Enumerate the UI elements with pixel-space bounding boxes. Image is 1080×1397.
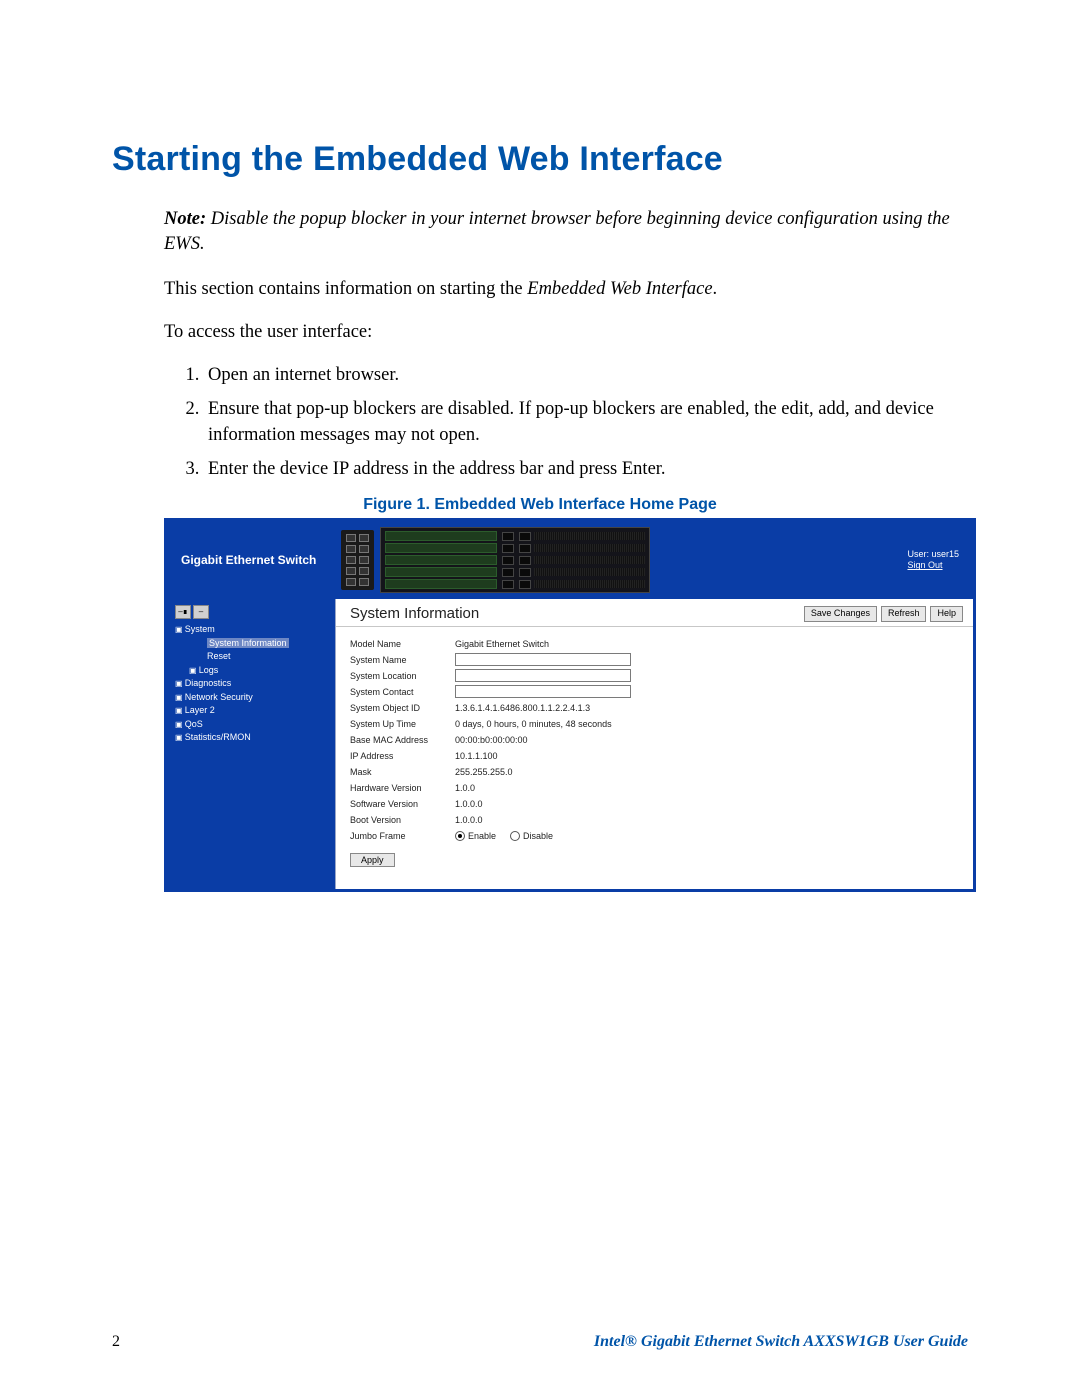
step-item: Enter the device IP address in the addre… xyxy=(204,457,968,483)
radio-disable[interactable]: Disable xyxy=(510,831,553,841)
guide-title: Intel® Gigabit Ethernet Switch AXXSW1GB … xyxy=(594,1333,968,1351)
label-sw: Software Version xyxy=(350,799,455,809)
collapse-icon[interactable]: –∎ xyxy=(175,605,191,619)
save-changes-button[interactable]: Save Changes xyxy=(804,606,877,622)
value-uptime: 0 days, 0 hours, 0 minutes, 48 seconds xyxy=(455,719,612,729)
sign-out-link[interactable]: Sign Out xyxy=(907,560,942,570)
panel-title: System Information xyxy=(350,605,479,622)
user-line: User: user15 xyxy=(907,549,959,561)
radio-dot-icon xyxy=(510,831,520,841)
page-title: Starting the Embedded Web Interface xyxy=(112,140,968,179)
label-ip: IP Address xyxy=(350,751,455,761)
radio-enable[interactable]: Enable xyxy=(455,831,496,841)
value-sw: 1.0.0.0 xyxy=(455,799,483,809)
page-footer: 2 Intel® Gigabit Ethernet Switch AXXSW1G… xyxy=(112,1333,968,1351)
value-model-name: Gigabit Ethernet Switch xyxy=(455,639,549,649)
value-ip: 10.1.1.100 xyxy=(455,751,498,761)
note-label: Note: xyxy=(164,209,206,229)
help-button[interactable]: Help xyxy=(930,606,963,622)
value-boot: 1.0.0.0 xyxy=(455,815,483,825)
figure-caption: Figure 1. Embedded Web Interface Home Pa… xyxy=(112,496,968,514)
ews-screenshot: Gigabit Ethernet Switch U xyxy=(164,518,976,892)
tree-node-layer2[interactable]: Layer 2 xyxy=(175,704,327,718)
tree-node-qos[interactable]: QoS xyxy=(175,718,327,732)
label-uptime: System Up Time xyxy=(350,719,455,729)
input-system-location[interactable] xyxy=(455,669,631,682)
step-item: Ensure that pop-up blockers are disabled… xyxy=(204,397,968,449)
intro-pre: This section contains information on sta… xyxy=(164,279,527,299)
label-system-location: System Location xyxy=(350,671,455,681)
radio-enable-label: Enable xyxy=(468,831,496,841)
intro-post: . xyxy=(713,279,718,299)
steps-list: Open an internet browser. Ensure that po… xyxy=(204,363,968,483)
chassis-icon xyxy=(380,527,650,593)
intro-paragraph: This section contains information on sta… xyxy=(164,277,968,302)
label-system-name: System Name xyxy=(350,655,455,665)
tree-node-network-security[interactable]: Network Security xyxy=(175,691,327,705)
ews-brand: Gigabit Ethernet Switch xyxy=(181,553,331,567)
tree-node-statistics[interactable]: Statistics/RMON xyxy=(175,731,327,745)
content-titlebar: System Information Save Changes Refresh … xyxy=(336,599,973,627)
tree-node-system[interactable]: System xyxy=(175,623,327,637)
nav-toolbar: –∎ – xyxy=(175,605,327,619)
value-mask: 255.255.255.0 xyxy=(455,767,513,777)
note-block: Note: Disable the popup blocker in your … xyxy=(164,207,968,257)
label-mask: Mask xyxy=(350,767,455,777)
label-jumbo: Jumbo Frame xyxy=(350,831,455,841)
tree-node-logs[interactable]: Logs xyxy=(189,664,327,678)
nav-tree: –∎ – System System Information Reset Log… xyxy=(167,599,335,889)
input-system-name[interactable] xyxy=(455,653,631,666)
value-hw: 1.0.0 xyxy=(455,783,475,793)
value-sys-obj: 1.3.6.1.4.1.6486.800.1.1.2.2.4.1.3 xyxy=(455,703,590,713)
port-stack-icon xyxy=(341,530,374,590)
label-model-name: Model Name xyxy=(350,639,455,649)
radio-dot-icon xyxy=(455,831,465,841)
radio-disable-label: Disable xyxy=(523,831,553,841)
tree-leaf-system-information[interactable]: System Information xyxy=(207,638,289,648)
label-sys-obj: System Object ID xyxy=(350,703,455,713)
tree-leaf-reset[interactable]: Reset xyxy=(189,650,327,664)
label-boot: Boot Version xyxy=(350,815,455,825)
refresh-button[interactable]: Refresh xyxy=(881,606,927,622)
value-mac: 00:00:b0:00:00:00 xyxy=(455,735,528,745)
user-block: User: user15 Sign Out xyxy=(907,549,959,572)
intro-italic: Embedded Web Interface xyxy=(527,279,712,299)
label-system-contact: System Contact xyxy=(350,687,455,697)
input-system-contact[interactable] xyxy=(455,685,631,698)
page-number: 2 xyxy=(112,1333,120,1351)
device-graphic xyxy=(341,527,650,593)
access-line: To access the user interface: xyxy=(164,320,968,345)
expand-icon[interactable]: – xyxy=(193,605,209,619)
info-grid: Model NameGigabit Ethernet Switch System… xyxy=(336,627,973,877)
ews-header: Gigabit Ethernet Switch U xyxy=(167,521,973,599)
note-text-content: Disable the popup blocker in your intern… xyxy=(164,209,950,254)
content-panel: System Information Save Changes Refresh … xyxy=(335,599,973,889)
tree-node-diagnostics[interactable]: Diagnostics xyxy=(175,677,327,691)
step-item: Open an internet browser. xyxy=(204,363,968,389)
label-hw: Hardware Version xyxy=(350,783,455,793)
label-mac: Base MAC Address xyxy=(350,735,455,745)
apply-button[interactable]: Apply xyxy=(350,853,395,867)
